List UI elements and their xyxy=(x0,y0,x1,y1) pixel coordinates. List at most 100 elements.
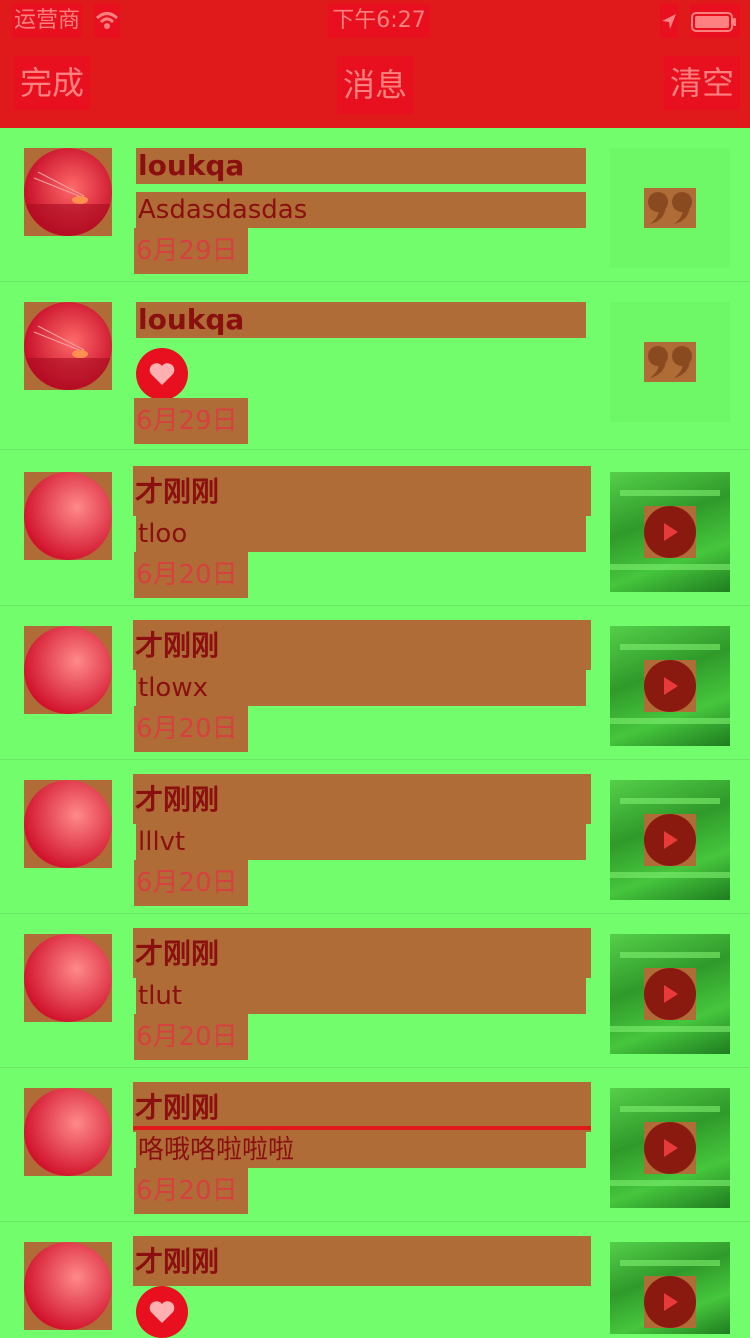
date-box: 6月20日 xyxy=(134,552,248,598)
heart-icon xyxy=(136,348,188,400)
avatar[interactable] xyxy=(24,302,112,390)
avatar-image xyxy=(24,780,112,868)
page-title: 消息 xyxy=(337,56,413,114)
heart-icon xyxy=(136,1286,188,1338)
clear-button[interactable]: 清空 xyxy=(664,56,740,110)
play-icon-box xyxy=(644,814,696,866)
message-date: 6月29日 xyxy=(136,406,238,436)
avatar[interactable] xyxy=(24,934,112,1022)
sender-name-box: 才刚刚 xyxy=(133,620,591,670)
avatar[interactable] xyxy=(24,626,112,714)
post-preview[interactable] xyxy=(610,302,730,422)
avatar-image xyxy=(24,472,112,560)
avatar-image xyxy=(24,302,112,390)
message-row[interactable]: 才刚刚 tlut 6月20日 xyxy=(0,914,750,1068)
message-date: 6月29日 xyxy=(136,236,238,266)
avatar[interactable] xyxy=(24,1242,112,1330)
status-bar: 运营商 下午6:27 xyxy=(0,0,750,40)
date-box: 6月29日 xyxy=(134,228,248,274)
video-thumbnail[interactable] xyxy=(610,934,730,1054)
sender-name: 才刚刚 xyxy=(135,783,220,816)
video-thumbnail[interactable] xyxy=(610,1088,730,1208)
date-box: 6月20日 xyxy=(134,1014,248,1060)
avatar[interactable] xyxy=(24,780,112,868)
message-text: Asdasdasdas xyxy=(138,195,308,225)
quote-icon xyxy=(644,188,696,228)
done-button[interactable]: 完成 xyxy=(14,56,90,110)
sender-name-box: 才刚刚 xyxy=(133,1236,591,1286)
status-time: 下午6:27 xyxy=(328,4,430,38)
battery-icon xyxy=(690,4,740,38)
message-text: tloo xyxy=(138,519,188,549)
avatar[interactable] xyxy=(24,1088,112,1176)
message-date: 6月20日 xyxy=(136,714,238,744)
play-icon-box xyxy=(644,660,696,712)
date-box: 6月29日 xyxy=(134,398,248,444)
avatar-image xyxy=(24,1088,112,1176)
avatar-image xyxy=(24,148,112,236)
sender-name: 才刚刚 xyxy=(135,937,220,970)
sender-name: 才刚刚 xyxy=(135,475,220,508)
message-date: 6月20日 xyxy=(136,560,238,590)
avatar[interactable] xyxy=(24,148,112,236)
message-box: 咯哦咯啦啦啦 xyxy=(136,1132,586,1168)
sender-name: loukqa xyxy=(138,303,245,336)
avatar-image xyxy=(24,626,112,714)
play-icon-box xyxy=(644,506,696,558)
message-box: tlowx xyxy=(136,670,586,706)
message-text: tlut xyxy=(138,981,183,1011)
date-box: 6月20日 xyxy=(134,706,248,752)
sender-name: 才刚刚 xyxy=(135,629,220,662)
message-box: lllvt xyxy=(136,824,586,860)
sender-name: loukqa xyxy=(138,149,245,182)
play-icon xyxy=(644,660,696,712)
sender-name-box: 才刚刚 xyxy=(133,1082,591,1132)
sender-name-box: loukqa xyxy=(136,302,586,338)
highlight-line xyxy=(133,1126,591,1130)
avatar[interactable] xyxy=(24,472,112,560)
message-row[interactable]: 才刚刚 xyxy=(0,1222,750,1338)
message-row[interactable]: loukqa 6月29日 xyxy=(0,282,750,450)
video-thumbnail[interactable] xyxy=(610,626,730,746)
message-row[interactable]: loukqa Asdasdasdas 6月29日 xyxy=(0,128,750,282)
play-icon-box xyxy=(644,1276,696,1328)
date-box: 6月20日 xyxy=(134,860,248,906)
avatar-image xyxy=(24,934,112,1022)
sender-name-box: loukqa xyxy=(136,148,586,184)
sender-name-box: 才刚刚 xyxy=(133,466,591,516)
video-thumbnail[interactable] xyxy=(610,1242,730,1334)
play-icon-box xyxy=(644,968,696,1020)
message-date: 6月20日 xyxy=(136,868,238,898)
message-box: tlut xyxy=(136,978,586,1014)
message-box: tloo xyxy=(136,516,586,552)
play-icon xyxy=(644,968,696,1020)
message-text: tlowx xyxy=(138,673,208,703)
message-date: 6月20日 xyxy=(136,1176,238,1206)
message-text: 咯哦咯啦啦啦 xyxy=(138,1135,295,1165)
quote-icon xyxy=(644,342,696,382)
play-icon xyxy=(644,814,696,866)
message-row[interactable]: 才刚刚 tloo 6月20日 xyxy=(0,452,750,606)
play-icon xyxy=(644,1122,696,1174)
play-icon-box xyxy=(644,1122,696,1174)
sender-name: 才刚刚 xyxy=(135,1245,220,1278)
video-thumbnail[interactable] xyxy=(610,780,730,900)
play-icon xyxy=(644,1276,696,1328)
avatar-image xyxy=(24,1242,112,1330)
video-thumbnail[interactable] xyxy=(610,472,730,592)
sender-name-box: 才刚刚 xyxy=(133,774,591,824)
message-row[interactable]: 才刚刚 tlowx 6月20日 xyxy=(0,606,750,760)
message-text: lllvt xyxy=(138,827,186,857)
post-preview[interactable] xyxy=(610,148,730,268)
location-arrow-icon xyxy=(660,4,678,38)
wifi-icon xyxy=(94,4,120,38)
message-row[interactable]: 才刚刚 lllvt 6月20日 xyxy=(0,760,750,914)
carrier-label: 运营商 xyxy=(12,4,83,38)
message-date: 6月20日 xyxy=(136,1022,238,1052)
navigation-bar: 完成 消息 清空 xyxy=(0,40,750,128)
play-icon xyxy=(644,506,696,558)
sender-name-box: 才刚刚 xyxy=(133,928,591,978)
message-box: Asdasdasdas xyxy=(136,192,586,228)
date-box: 6月20日 xyxy=(134,1168,248,1214)
message-row[interactable]: 才刚刚 咯哦咯啦啦啦 6月20日 xyxy=(0,1068,750,1222)
